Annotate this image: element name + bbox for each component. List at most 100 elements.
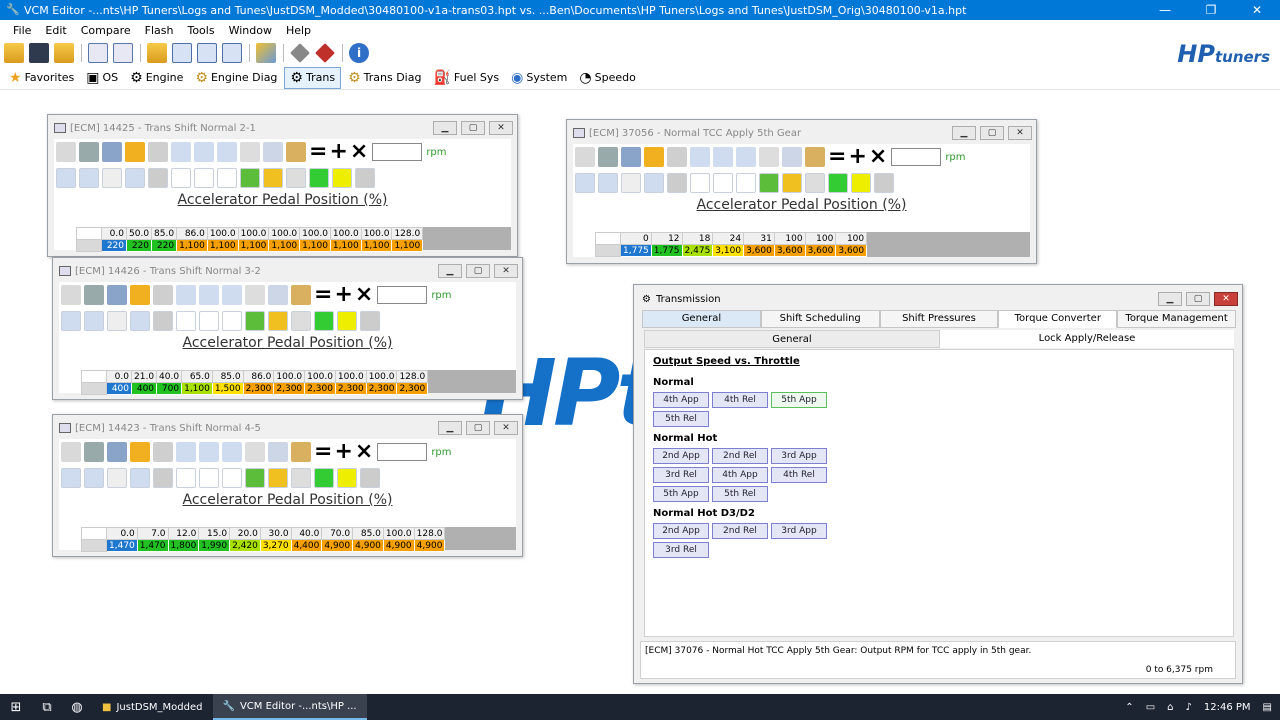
table-compare-icon[interactable] [199, 442, 219, 462]
multiply-icon[interactable]: × [869, 146, 887, 168]
graph-icon[interactable] [690, 173, 710, 193]
column-header[interactable]: 0.0 [106, 527, 138, 540]
value-input[interactable] [891, 148, 942, 166]
save-icon[interactable] [79, 142, 99, 162]
table-link-button[interactable]: 4th Rel [771, 467, 827, 483]
column-header[interactable]: 0.0 [106, 370, 132, 383]
value-cell[interactable]: 4,900 [382, 539, 415, 552]
favorite-gray-icon[interactable] [667, 147, 687, 167]
value-cell[interactable]: 1,100 [268, 239, 301, 252]
favorite-gray-icon[interactable] [153, 442, 173, 462]
color-diamond-icon[interactable] [245, 468, 265, 488]
decimal-dec-icon[interactable] [199, 468, 219, 488]
decimal-inc-icon[interactable] [222, 311, 242, 331]
diamond-icon[interactable] [153, 311, 173, 331]
column-header[interactable]: 70.0 [321, 527, 354, 540]
chevron-up-icon[interactable]: ⌃ [1125, 702, 1133, 713]
color-square-icon[interactable] [851, 173, 871, 193]
value-cell[interactable]: 4,900 [321, 539, 354, 552]
color-diamond-icon[interactable] [240, 168, 260, 188]
column-header[interactable]: 100.0 [299, 227, 331, 240]
table-diff-icon[interactable] [222, 285, 242, 305]
print-icon[interactable] [102, 142, 122, 162]
column-header[interactable]: 15.0 [198, 527, 231, 540]
value-cell[interactable]: 4,900 [413, 539, 446, 552]
table-link-button[interactable]: 2nd Rel [712, 448, 768, 464]
value-cell[interactable]: 220 [151, 239, 178, 252]
diamond-icon[interactable] [148, 168, 168, 188]
maximize-button[interactable]: ▢ [466, 421, 490, 435]
undo-icon[interactable] [759, 147, 779, 167]
maximize-button[interactable]: ▢ [466, 264, 490, 278]
color-shield-icon[interactable] [268, 468, 288, 488]
info-icon[interactable]: i [349, 43, 369, 63]
open-folder-icon[interactable] [4, 43, 24, 63]
color-shield-icon[interactable] [268, 311, 288, 331]
open-icon[interactable] [61, 442, 81, 462]
swap-icon[interactable] [256, 43, 276, 63]
value-cell[interactable]: 1,470 [106, 539, 138, 552]
column-header[interactable]: 0.0 [101, 227, 127, 240]
value-cell[interactable]: 3,600 [835, 244, 868, 257]
clear-icon[interactable] [355, 168, 375, 188]
table-link-button[interactable]: 3rd App [771, 523, 827, 539]
copy-icon[interactable] [268, 442, 288, 462]
view-vertical-icon[interactable] [107, 468, 127, 488]
favorite-icon[interactable] [644, 147, 664, 167]
column-header[interactable]: 128.0 [413, 527, 446, 540]
column-header[interactable]: 100.0 [329, 227, 362, 240]
value-cell[interactable]: 2,300 [334, 382, 367, 395]
taskbar-app-vcm-editor[interactable]: 🔧 VCM Editor -...nts\HP ... [212, 694, 367, 720]
save-icon[interactable] [84, 442, 104, 462]
favorite-icon[interactable] [125, 142, 145, 162]
column-header[interactable]: 50.0 [125, 227, 153, 240]
close-button[interactable]: ✕ [1008, 126, 1032, 140]
value-cell[interactable]: 1,775 [650, 244, 683, 257]
print-icon[interactable] [621, 147, 641, 167]
category-engine[interactable]: ⚙ Engine [125, 67, 188, 89]
table-link-button[interactable]: 5th App [653, 486, 709, 502]
table-link-button[interactable]: 4th App [712, 467, 768, 483]
plus-icon[interactable]: + [848, 146, 866, 168]
multiply-icon[interactable]: × [355, 284, 373, 306]
read-vehicle-icon[interactable] [290, 43, 310, 63]
minimize-button[interactable]: ▁ [433, 121, 457, 135]
category-speedo[interactable]: ◔ Speedo [574, 67, 640, 89]
subtab-lock-apply-release[interactable]: Lock Apply/Release [940, 330, 1234, 348]
undo-icon[interactable] [240, 142, 260, 162]
multiply-icon[interactable]: × [350, 141, 368, 163]
network-icon[interactable]: ⌂ [1167, 702, 1173, 713]
category-trans-diag[interactable]: ⚙ Trans Diag [343, 67, 426, 89]
column-header[interactable]: 100.0 [206, 227, 239, 240]
minimize-button[interactable]: ▁ [438, 264, 462, 278]
column-header[interactable]: 100 [804, 232, 837, 245]
save-icon[interactable] [29, 43, 49, 63]
column-header[interactable]: 86.0 [242, 370, 275, 383]
table-diff-icon[interactable] [222, 442, 242, 462]
close-button[interactable]: ✕ [1234, 0, 1280, 20]
tab-general[interactable]: General [642, 310, 761, 328]
column-header[interactable]: 100.0 [334, 370, 367, 383]
column-header[interactable]: 100.0 [365, 370, 398, 383]
minimize-button[interactable]: — [1142, 0, 1188, 20]
table-diff-icon[interactable] [222, 43, 242, 63]
value-cell[interactable]: 1,775 [620, 244, 652, 257]
view-single-icon[interactable] [575, 173, 595, 193]
table-link-button[interactable]: 2nd App [653, 523, 709, 539]
value-cell[interactable]: 1,100 [299, 239, 331, 252]
decimal-dec-icon[interactable] [194, 168, 214, 188]
favorite-icon[interactable] [130, 442, 150, 462]
column-header[interactable]: 100 [773, 232, 806, 245]
equals-icon[interactable]: = [828, 146, 846, 168]
category-favorites[interactable]: ★ Favorites [4, 67, 79, 89]
column-header[interactable]: 100.0 [273, 370, 306, 383]
write-vehicle-icon[interactable] [315, 43, 335, 63]
copy-icon[interactable] [782, 147, 802, 167]
paste-icon[interactable] [805, 147, 825, 167]
table-compare-icon[interactable] [199, 285, 219, 305]
clear-icon[interactable] [360, 311, 380, 331]
value-cell[interactable]: 1,990 [198, 539, 231, 552]
menu-window[interactable]: Window [222, 24, 279, 37]
table-view-icon[interactable] [176, 285, 196, 305]
multiply-icon[interactable]: × [355, 441, 373, 463]
